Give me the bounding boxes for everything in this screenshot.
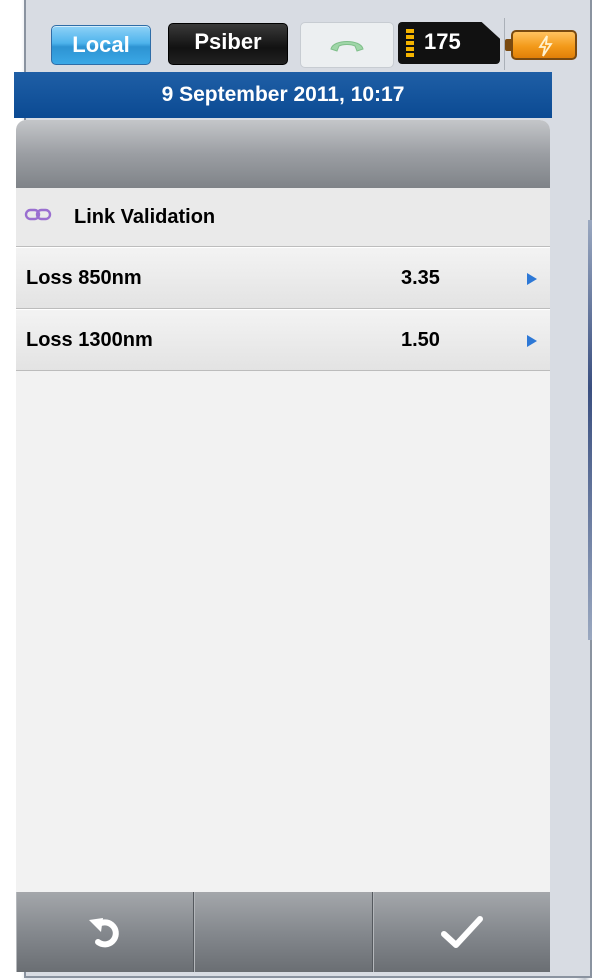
psiber-button[interactable]: Psiber <box>168 23 288 65</box>
row-value: 3.35 <box>401 267 440 289</box>
status-bar: Local Psiber 175 <box>14 10 577 70</box>
undo-icon <box>89 918 119 948</box>
local-button[interactable]: Local <box>51 25 151 65</box>
battery-charging-icon <box>505 30 577 60</box>
content-panel: Link Validation Loss 850nm 3.35 Loss 130… <box>16 120 550 892</box>
confirm-button[interactable] <box>372 892 550 972</box>
device-edge-accent <box>588 220 592 640</box>
row-label: Loss 850nm <box>26 267 142 289</box>
list-item[interactable]: Loss 1300nm 1.50 <box>16 309 550 371</box>
signal-bars-icon <box>406 29 414 57</box>
list-item[interactable]: Loss 850nm 3.35 <box>16 247 550 309</box>
chevron-right-icon <box>527 273 537 285</box>
section-title-label: Link Validation <box>74 206 216 228</box>
row-value: 1.50 <box>401 329 440 351</box>
datetime-header: 9 September 2011, 10:17 <box>14 72 552 118</box>
signal-count: 175 <box>424 29 461 54</box>
checkmark-icon <box>440 916 483 948</box>
middle-button[interactable] <box>194 892 373 972</box>
section-title: Link Validation <box>16 188 550 247</box>
panel-header <box>16 120 550 188</box>
undo-button[interactable] <box>16 892 195 972</box>
row-label: Loss 1300nm <box>26 329 153 351</box>
phone-handset-icon <box>330 41 364 52</box>
chevron-right-icon <box>527 335 537 347</box>
signal-count-indicator: 175 <box>398 22 500 64</box>
lightning-icon <box>538 35 553 57</box>
phone-button[interactable] <box>300 22 394 68</box>
link-chain-icon <box>24 208 52 221</box>
bottom-toolbar <box>16 892 550 972</box>
